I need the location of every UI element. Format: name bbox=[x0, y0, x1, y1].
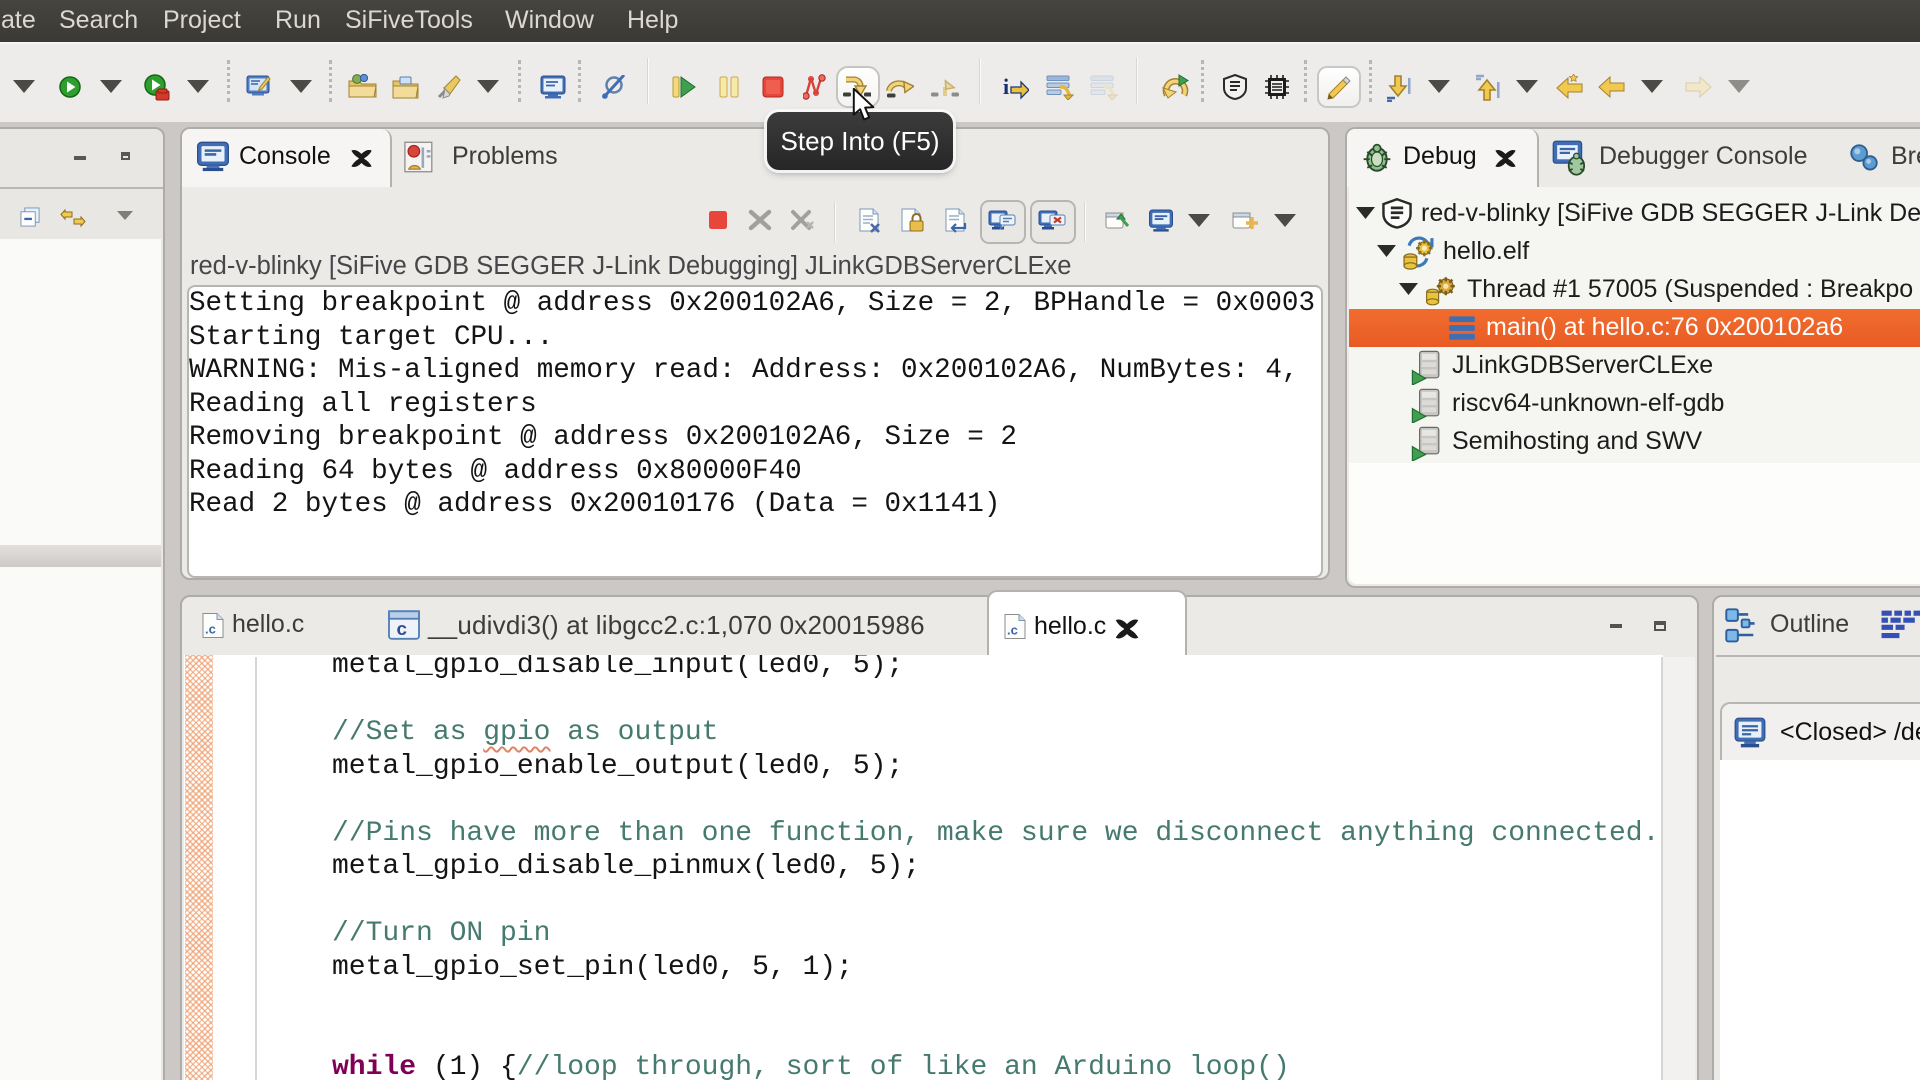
svg-text:.c: .c bbox=[1007, 623, 1018, 638]
svg-text:i: i bbox=[1003, 74, 1009, 99]
svg-text:.c: .c bbox=[205, 622, 216, 637]
svg-text:c: c bbox=[397, 618, 407, 639]
